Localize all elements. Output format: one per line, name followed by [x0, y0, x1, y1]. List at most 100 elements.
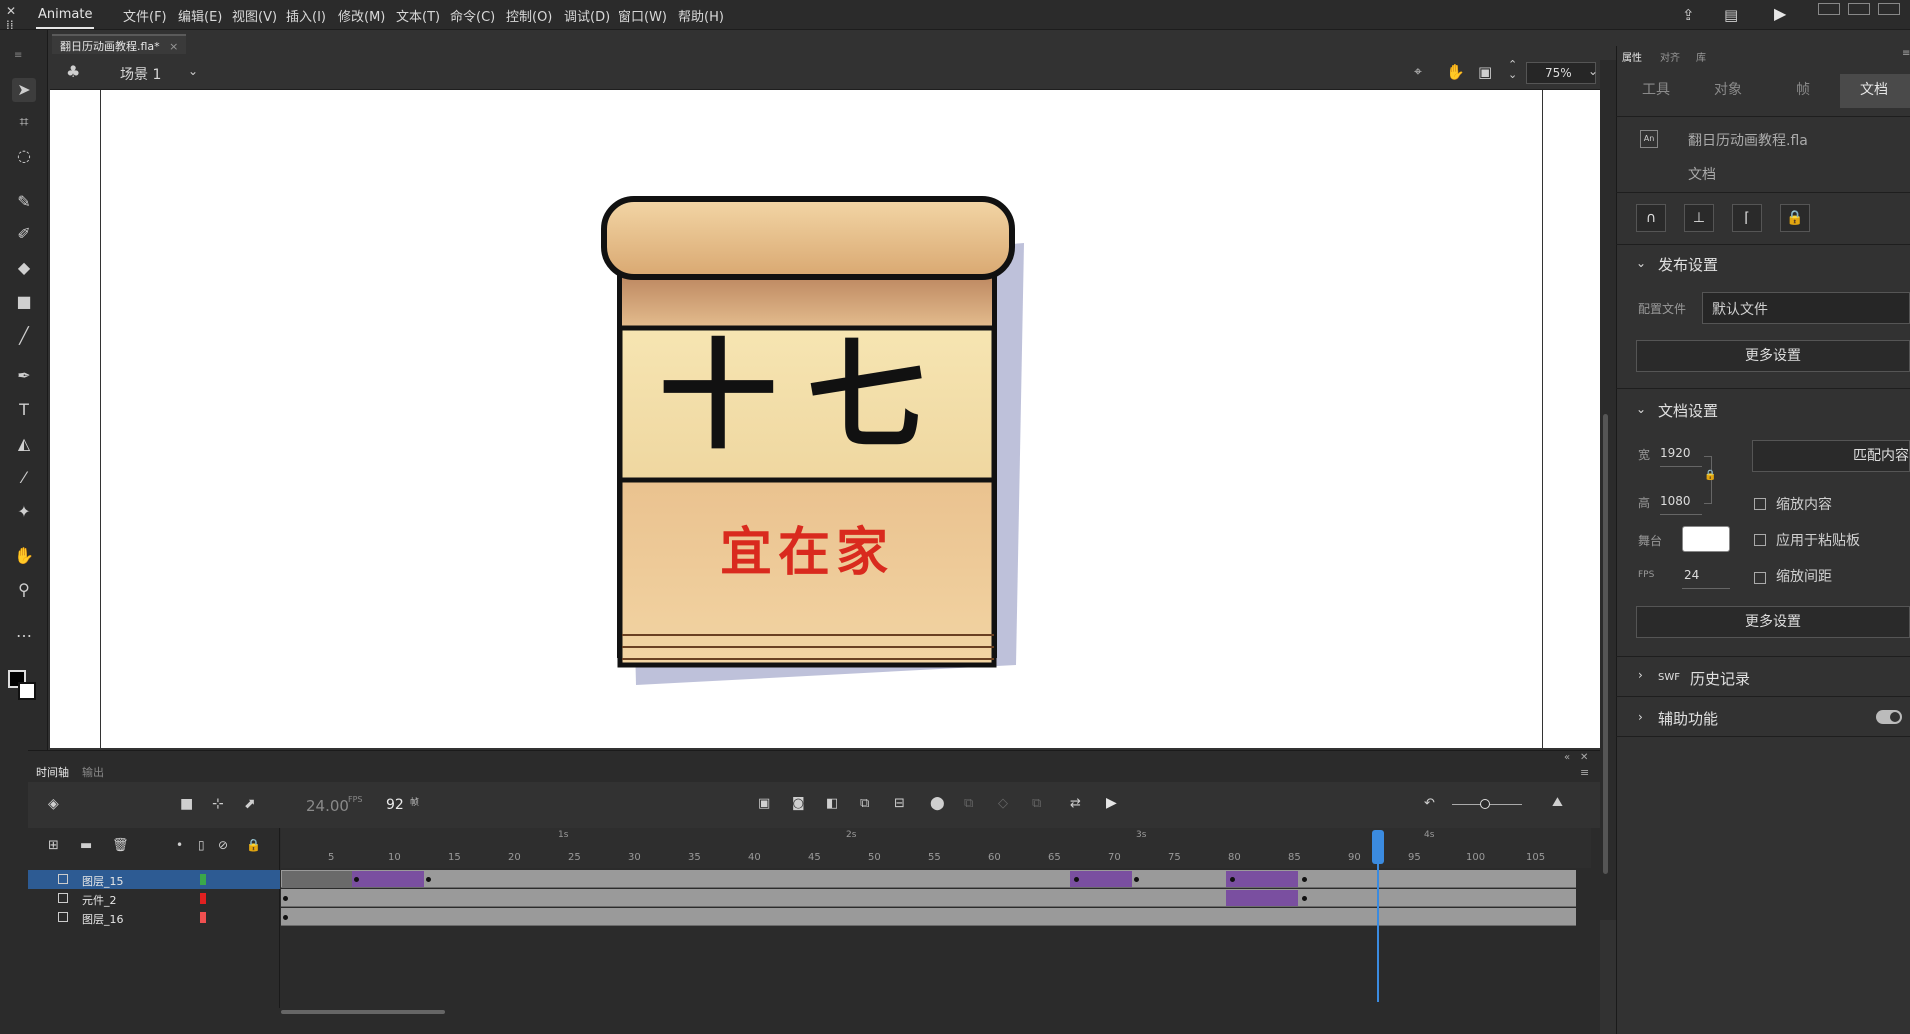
menu-modify[interactable]: 修改(M) [338, 6, 385, 25]
tab-document[interactable]: 文档 [1860, 79, 1888, 99]
fill-color-swatch[interactable] [18, 682, 36, 700]
eraser-tool-icon[interactable]: ◆ [12, 256, 36, 280]
magnet-icon[interactable]: ∩ [1636, 204, 1666, 232]
tab-tool[interactable]: 工具 [1642, 79, 1670, 99]
restore-button[interactable] [1848, 3, 1870, 15]
motion-tween[interactable] [1226, 871, 1298, 887]
timeline-horizontal-scrollbar[interactable] [281, 1010, 445, 1014]
delete-tween-icon[interactable]: ⊟ [894, 796, 905, 811]
new-layer-icon[interactable]: ⊞ [48, 838, 59, 853]
calendar-artwork[interactable]: 十七 宜在家 [596, 195, 1036, 695]
onion-outline-icon[interactable]: ◇ [998, 796, 1008, 811]
swf-history-header[interactable]: 历史记录 [1690, 668, 1750, 689]
layer-parenting-icon[interactable]: ⊹ [212, 796, 224, 812]
tab-output[interactable]: 输出 [82, 764, 104, 780]
loop-icon[interactable]: ⇄ [1070, 796, 1081, 811]
brush-tool-icon[interactable]: ✎ [12, 190, 36, 214]
visibility-icon[interactable]: ⊘ [218, 838, 228, 852]
scale-spacing-checkbox[interactable] [1754, 572, 1766, 584]
keyframe[interactable] [426, 877, 431, 882]
close-window-button[interactable] [1878, 3, 1900, 15]
selection-tool-icon[interactable]: ➤ [12, 78, 36, 102]
layer-row-layer15[interactable]: 图层_15 [28, 870, 280, 889]
panel-menu-icon[interactable]: ≡ [1580, 766, 1589, 779]
motion-tween[interactable] [352, 871, 424, 887]
insert-frame-icon[interactable]: ◧ [826, 796, 838, 811]
keyframe[interactable] [354, 877, 359, 882]
center-stage-icon[interactable]: ⌖ [1414, 64, 1422, 80]
menu-view[interactable]: 视图(V) [232, 6, 277, 25]
camera-icon[interactable]: ■ [180, 796, 193, 812]
swf-chevron-right-icon[interactable]: › [1638, 668, 1643, 682]
tab-properties[interactable]: 属性 [1622, 49, 1642, 64]
tab-library[interactable]: 库 [1696, 49, 1706, 64]
fps-field[interactable]: 24 [1684, 568, 1699, 582]
layers-icon[interactable]: ◈ [48, 796, 59, 812]
edit-multiple-frames-icon[interactable]: ⧉ [964, 796, 973, 811]
tab-timeline[interactable]: 时间轴 [36, 764, 69, 780]
paint-brush-tool-icon[interactable]: ✐ [12, 222, 36, 246]
graph-icon[interactable]: ⬈ [244, 796, 256, 812]
lock-all-icon[interactable]: 🔒 [246, 838, 261, 852]
menu-debug[interactable]: 调试(D) [564, 6, 610, 25]
motion-tween[interactable] [1070, 871, 1132, 887]
layer-row-layer16[interactable]: 图层_16 [28, 908, 280, 927]
keyframe[interactable] [1134, 877, 1139, 882]
menu-window[interactable]: 窗口(W) [618, 6, 667, 25]
create-tween-icon[interactable]: ⧉ [860, 796, 869, 811]
scene-symbol-icon[interactable]: ♣ [66, 62, 80, 81]
scale-content-checkbox[interactable] [1754, 498, 1766, 510]
keyframe[interactable] [1302, 896, 1307, 901]
menu-file[interactable]: 文件(F) [123, 6, 167, 25]
frame-zoom-slider-handle[interactable] [1480, 799, 1490, 809]
line-tool-icon[interactable]: ╱ [12, 324, 36, 348]
layer-color-tag[interactable] [200, 874, 206, 885]
frame-span[interactable] [282, 871, 352, 887]
layer-row-symbol2[interactable]: 元件_2 [28, 889, 280, 908]
tab-frame[interactable]: 帧 [1796, 79, 1810, 99]
eyedropper-tool-icon[interactable]: ⁄ [12, 466, 36, 490]
scene-chevron-down-icon[interactable]: ⌄ [188, 64, 198, 78]
publish-chevron-down-icon[interactable]: ⌄ [1636, 256, 1646, 270]
tab-object[interactable]: 对象 [1714, 79, 1742, 99]
rotate-stage-icon[interactable]: ✋ [1446, 63, 1465, 81]
text-tool-icon[interactable]: T [12, 398, 36, 422]
keyframe[interactable] [283, 896, 288, 901]
menu-insert[interactable]: 插入(I) [286, 6, 326, 25]
insert-blank-keyframe-icon[interactable]: ◙ [792, 796, 805, 811]
publish-settings-header[interactable]: 发布设置 [1658, 254, 1718, 275]
snap-align-icon[interactable]: ⊥ [1684, 204, 1714, 232]
more-settings-button-2[interactable]: 更多设置 [1636, 606, 1910, 638]
layer-color-tag[interactable] [200, 912, 206, 923]
layer-color-tag[interactable] [200, 893, 206, 904]
match-content-button[interactable]: 匹配内容 [1752, 440, 1910, 472]
lock-guides-icon[interactable]: 🔒 [1780, 204, 1810, 232]
fit-frames-icon[interactable]: ⛰ [1552, 795, 1563, 810]
paint-bucket-tool-icon[interactable]: ◭ [12, 432, 36, 456]
apply-pasteboard-checkbox[interactable] [1754, 534, 1766, 546]
app-grid-icon[interactable]: ✕ ⁞⁞ [6, 4, 24, 32]
height-field[interactable]: 1080 [1660, 494, 1691, 508]
zoom-tool-icon[interactable]: ⚲ [12, 578, 36, 602]
scene-label[interactable]: 场景 1 [120, 64, 161, 84]
onion-markers-icon[interactable]: ⧉ [1032, 796, 1041, 811]
menu-command[interactable]: 命令(C) [450, 6, 495, 25]
panel-menu-icon[interactable]: ≡ [1902, 48, 1910, 59]
keyframe[interactable] [1230, 877, 1235, 882]
menu-edit[interactable]: 编辑(E) [178, 6, 222, 25]
outline-all-icon[interactable]: ▯ [198, 838, 205, 852]
current-frame-value[interactable]: 92 [386, 797, 404, 813]
keyframe[interactable] [283, 915, 288, 920]
accessibility-chevron-right-icon[interactable]: › [1638, 710, 1643, 724]
document-settings-header[interactable]: 文档设置 [1658, 400, 1718, 421]
tab-align[interactable]: 对齐 [1660, 49, 1680, 64]
stage-scroll-thumb[interactable] [1603, 414, 1608, 874]
menu-control[interactable]: 控制(O) [506, 6, 552, 25]
keyframe[interactable] [1074, 877, 1079, 882]
menu-text[interactable]: 文本(T) [396, 6, 440, 25]
new-folder-icon[interactable]: ▬ [80, 838, 92, 853]
zoom-select[interactable]: 75% [1526, 62, 1596, 84]
hand-tool-icon[interactable]: ✋ [12, 544, 36, 568]
show-hide-all-icon[interactable]: • [176, 838, 183, 852]
rectangle-tool-icon[interactable]: ■ [12, 290, 36, 314]
